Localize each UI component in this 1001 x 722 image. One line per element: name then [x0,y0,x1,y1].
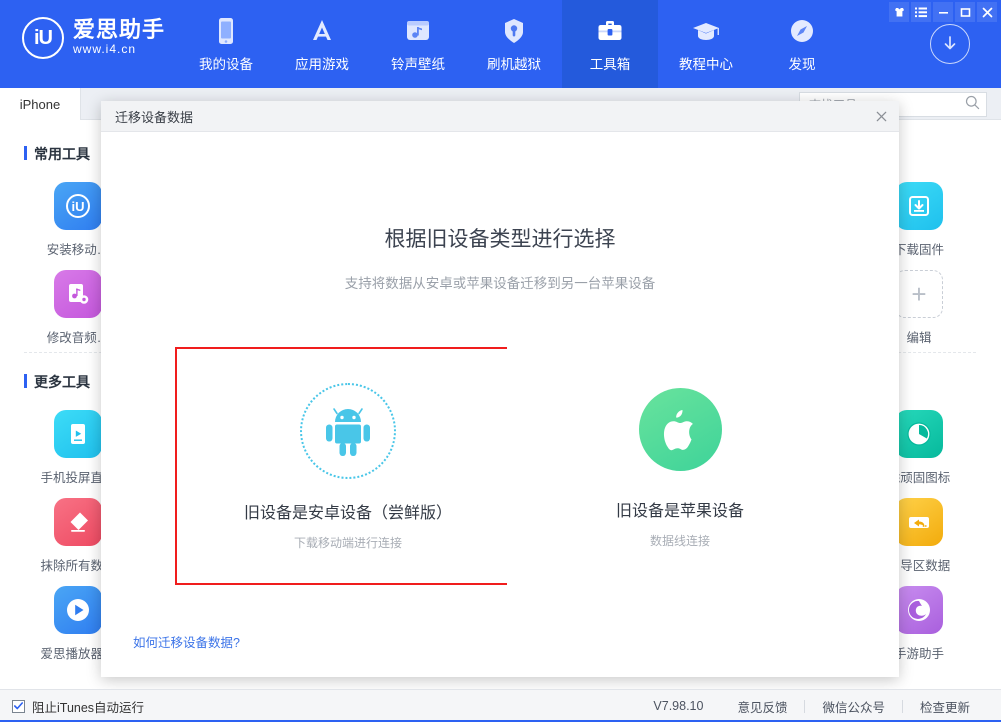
device-type-cards: 旧设备是安卓设备（尝鲜版） 下载移动端进行连接 旧设备是苹果设备 数据线连接 [101,347,899,597]
nav-label: 应用游戏 [295,53,349,73]
eraser-icon [54,498,102,546]
search-icon[interactable] [965,95,980,115]
app-window: iU 爱思助手 www.i4.cn 我的设备 应用游戏 [0,0,1001,722]
nav-item-apps-games[interactable]: 应用游戏 [274,0,370,88]
svg-text:iU: iU [72,199,85,214]
android-robot-icon [300,383,396,479]
menu-button[interactable] [911,2,931,22]
compass-icon [787,16,817,46]
phone-icon [216,16,236,46]
clock-icon [895,410,943,458]
close-icon[interactable] [871,106,891,126]
i4-app-icon: iU [54,182,102,230]
restore-icon [895,498,943,546]
skin-button[interactable] [889,2,909,22]
music-icon [404,16,432,46]
logo-name: 爱思助手 [73,18,165,42]
nav-item-discover[interactable]: 发现 [754,0,850,88]
game-assistant-icon [895,586,943,634]
card-android-device[interactable]: 旧设备是安卓设备（尝鲜版） 下载移动端进行连接 [175,347,521,585]
footer-item-wechat[interactable]: 微信公众号 [805,697,902,716]
dialog-subheading: 支持将数据从安卓或苹果设备迁移到另一台苹果设备 [101,272,899,292]
download-arrow-icon[interactable] [930,24,970,64]
logo-url: www.i4.cn [73,42,165,58]
device-tab-iphone[interactable]: iPhone [0,88,81,120]
section-title-common: 常用工具 [24,144,90,164]
play-icon [54,586,102,634]
dialog-title: 迁移设备数据 [115,107,193,126]
firmware-download-icon [895,182,943,230]
nav-item-tutorial-center[interactable]: 教程中心 [658,0,754,88]
audio-edit-icon [54,270,102,318]
footer-item-check-update[interactable]: 检查更新 [903,697,987,716]
app-logo: iU 爱思助手 www.i4.cn [22,17,165,59]
nav-label: 我的设备 [199,53,253,73]
tool-label: 编辑 [906,327,931,346]
dialog-titlebar: 迁移设备数据 [101,101,899,132]
window-controls [887,2,997,22]
block-itunes-checkbox-row[interactable]: 阻止iTunes自动运行 [12,697,144,716]
nav-label: 发现 [789,53,816,73]
toolbox-icon [596,16,624,46]
plus-icon: + [895,270,943,318]
nav-label: 铃声壁纸 [391,53,445,73]
screen-cast-icon [54,410,102,458]
card-title: 旧设备是安卓设备（尝鲜版） [244,499,452,523]
card-title: 旧设备是苹果设备 [616,497,744,521]
tool-label: 下载固件 [894,239,944,258]
card-description: 下载移动端进行连接 [294,534,402,551]
tool-label: 安装移动… [47,239,110,258]
maximize-button[interactable] [955,2,975,22]
minimize-button[interactable] [933,2,953,22]
tool-label: 手游助手 [894,643,944,662]
migrate-device-data-dialog: 迁移设备数据 根据旧设备类型进行选择 支持将数据从安卓或苹果设备迁移到另一台苹果… [101,101,899,677]
nav-label: 工具箱 [590,53,631,73]
shield-key-icon [502,16,526,46]
how-to-migrate-link[interactable]: 如何迁移设备数据? [133,632,240,651]
appstore-icon [307,16,337,46]
nav-item-my-device[interactable]: 我的设备 [178,0,274,88]
tool-label: 修改音频… [47,327,110,346]
status-bar: 阻止iTunes自动运行 V7.98.10 意见反馈 微信公众号 检查更新 [0,689,1001,722]
graduation-cap-icon [691,16,721,46]
nav-item-flash-jailbreak[interactable]: 刷机越狱 [466,0,562,88]
checkbox-label: 阻止iTunes自动运行 [32,697,144,716]
top-navigation-bar: iU 爱思助手 www.i4.cn 我的设备 应用游戏 [0,0,1001,88]
close-button[interactable] [977,2,997,22]
card-description: 数据线连接 [650,532,710,549]
logo-mark: iU [22,17,64,59]
card-apple-device[interactable]: 旧设备是苹果设备 数据线连接 [507,347,853,585]
apple-logo-icon [639,381,722,477]
nav-label: 刷机越狱 [487,53,541,73]
nav-label: 教程中心 [679,53,733,73]
nav-item-toolbox[interactable]: 工具箱 [562,0,658,88]
dialog-body: 根据旧设备类型进行选择 支持将数据从安卓或苹果设备迁移到另一台苹果设备 [101,132,899,677]
nav-item-ringtones-wallpaper[interactable]: 铃声壁纸 [370,0,466,88]
section-title-more: 更多工具 [24,372,90,392]
footer-links: V7.98.10 意见反馈 微信公众号 检查更新 [636,697,987,716]
version-label: V7.98.10 [636,699,720,713]
nav-items: 我的设备 应用游戏 铃声壁纸 刷机越狱 [178,0,850,88]
checkbox[interactable] [12,700,25,713]
footer-item-feedback[interactable]: 意见反馈 [720,697,804,716]
dialog-heading: 根据旧设备类型进行选择 [101,223,899,253]
